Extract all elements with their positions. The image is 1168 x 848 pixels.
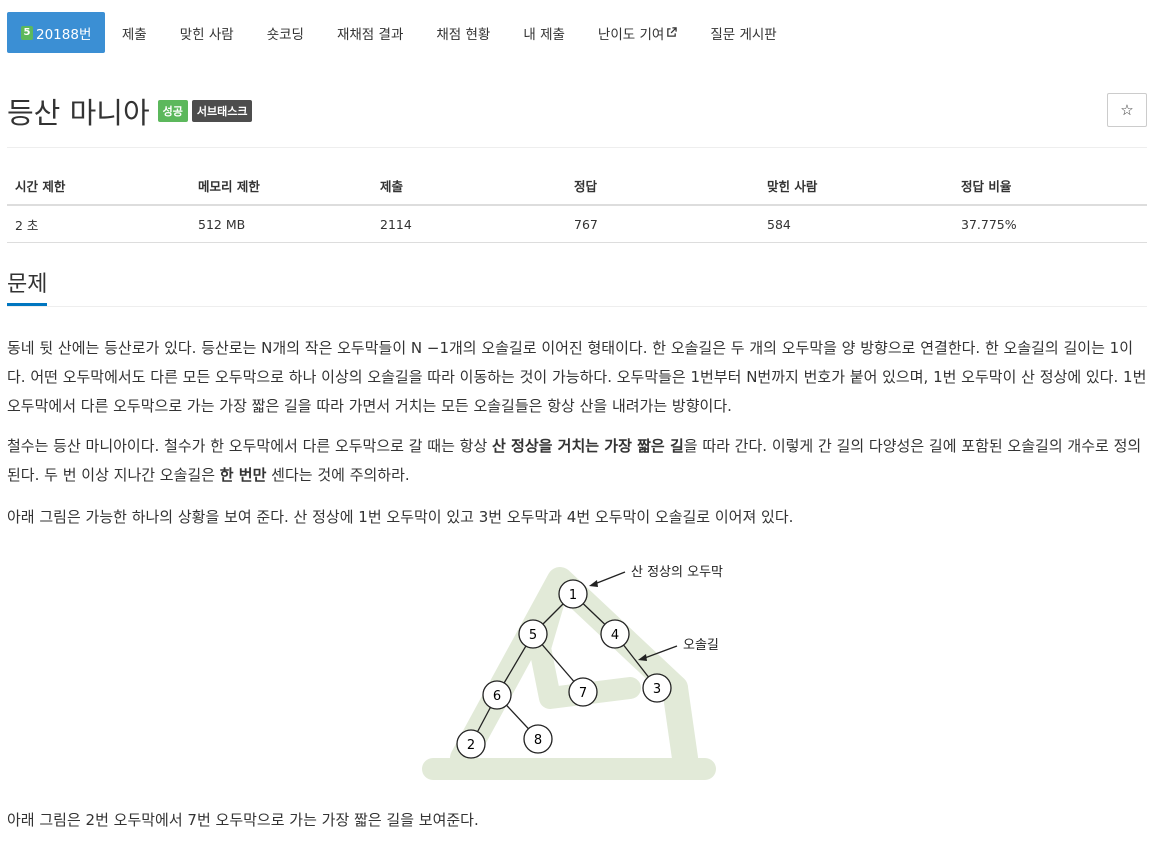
problem-title-row: 등산 마니아 성공 서브태스크 <box>7 90 253 132</box>
hut-node-1: 1 <box>558 579 588 609</box>
problem-nav: 5 20188번 제출 맞힌 사람 숏코딩 재채점 결과 채점 현황 내 제출 … <box>7 12 793 53</box>
status-badge: 성공 <box>157 100 188 122</box>
memory-limit-value: 512 MB <box>190 205 372 243</box>
header-ratio: 정답 비율 <box>953 168 1147 206</box>
tab-submit[interactable]: 제출 <box>105 12 163 53</box>
ratio-value: 37.775% <box>953 205 1147 243</box>
p2-text: 철수는 등산 마니아이다. 철수가 한 오두막에서 다른 오두막으로 갈 때는 … <box>7 437 493 455</box>
header-solved-users: 맞힌 사람 <box>759 168 953 206</box>
svg-text:3: 3 <box>653 682 661 697</box>
solved-users-value: 584 <box>759 205 953 243</box>
trail-label: 오솔길 <box>683 638 719 653</box>
subtask-badge: 서브태스크 <box>191 100 253 122</box>
svg-text:5: 5 <box>529 628 537 643</box>
tab-questions[interactable]: 질문 게시판 <box>694 12 793 53</box>
header-submissions: 제출 <box>372 168 566 206</box>
svg-text:7: 7 <box>579 686 587 701</box>
header-accepted: 정답 <box>566 168 759 206</box>
tab-rejudge[interactable]: 재채점 결과 <box>320 12 419 53</box>
table-row: 2 초 512 MB 2114 767 584 37.775% <box>7 205 1147 243</box>
section-title-problem: 문제 <box>7 272 48 297</box>
submissions-value: 2114 <box>372 205 566 243</box>
svg-text:4: 4 <box>611 628 619 643</box>
header-memory-limit: 메모리 제한 <box>190 168 372 206</box>
hut-node-7: 7 <box>568 677 598 707</box>
hut-node-6: 6 <box>482 680 512 710</box>
p2-text-3: 센다는 것에 주의하라. <box>266 466 410 484</box>
hut-node-4: 4 <box>600 619 630 649</box>
table-header-row: 시간 제한 메모리 제한 제출 정답 맞힌 사람 정답 비율 <box>7 168 1147 206</box>
summit-label: 산 정상의 오두막 <box>631 565 723 580</box>
time-limit-value: 2 초 <box>7 205 190 243</box>
problem-info-table: 시간 제한 메모리 제한 제출 정답 맞힌 사람 정답 비율 2 초 512 M… <box>7 168 1147 243</box>
external-link-icon <box>667 27 678 37</box>
summit-arrow-icon <box>589 580 598 587</box>
svg-text:8: 8 <box>534 733 542 748</box>
star-icon: ☆ <box>1120 101 1134 119</box>
problem-paragraph-2: 철수는 등산 마니아이다. 철수가 한 오두막에서 다른 오두막으로 갈 때는 … <box>7 432 1147 490</box>
tab-difficulty-label: 난이도 기여 <box>597 26 665 43</box>
tab-short-coding[interactable]: 숏코딩 <box>250 12 320 53</box>
p2-bold-path: 산 정상을 거치는 가장 짧은 길 <box>492 437 684 455</box>
tab-solved-users[interactable]: 맞힌 사람 <box>163 12 250 53</box>
hut-node-5: 5 <box>518 619 548 649</box>
tab-difficulty[interactable]: 난이도 기여 <box>581 12 693 53</box>
problem-title: 등산 마니아 <box>7 96 150 130</box>
svg-text:1: 1 <box>569 588 577 603</box>
svg-text:2: 2 <box>467 738 475 753</box>
accepted-value: 767 <box>566 205 759 243</box>
difficulty-badge: 5 <box>21 25 33 40</box>
mountain-trail-figure: 1 5 4 6 7 3 2 8 산 정상의 오두막 오솔길 <box>422 565 723 780</box>
divider <box>7 147 1147 148</box>
problem-paragraph-4: 아래 그림은 2번 오두막에서 7번 오두막으로 가는 가장 짧은 길을 보여준… <box>7 811 479 829</box>
header-time-limit: 시간 제한 <box>7 168 190 206</box>
star-button[interactable]: ☆ <box>1107 93 1147 127</box>
problem-paragraph-1: 동네 뒷 산에는 등산로가 있다. 등산로는 N개의 작은 오두막들이 N −1… <box>7 339 1147 415</box>
tab-status[interactable]: 채점 현황 <box>420 12 507 53</box>
tab-my-submissions[interactable]: 내 제출 <box>507 12 582 53</box>
hut-node-8: 8 <box>523 724 553 754</box>
tab-problem-label: 20188번 <box>36 26 92 43</box>
hut-node-2: 2 <box>456 729 486 759</box>
svg-text:6: 6 <box>493 689 501 704</box>
hut-node-3: 3 <box>642 673 672 703</box>
tab-problem[interactable]: 5 20188번 <box>7 12 106 53</box>
p2-bold-once: 한 번만 <box>219 466 267 484</box>
problem-paragraph-3: 아래 그림은 가능한 하나의 상황을 보여 준다. 산 정상에 1번 오두막이 … <box>7 508 794 526</box>
section-divider <box>7 306 1147 307</box>
